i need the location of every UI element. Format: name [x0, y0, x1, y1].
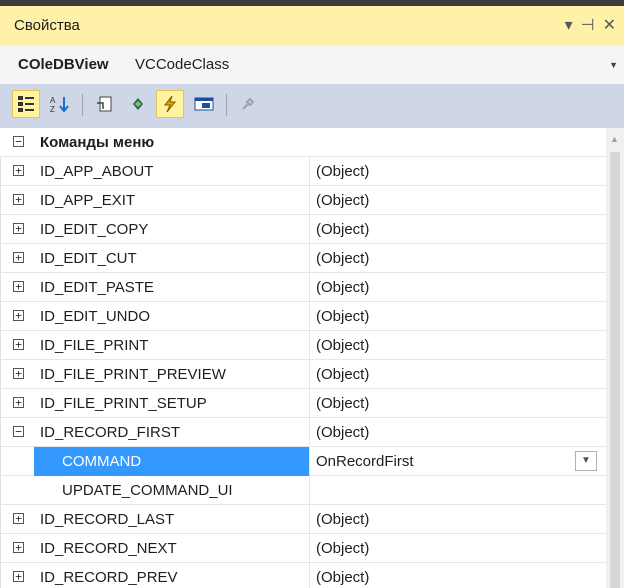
- property-name: ID_APP_ABOUT: [40, 163, 154, 180]
- property-row[interactable]: + ID_FILE_PRINT_SETUP (Object): [0, 389, 606, 418]
- property-row[interactable]: + ID_FILE_PRINT (Object): [0, 331, 606, 360]
- property-value[interactable]: OnRecordFirst: [316, 453, 414, 470]
- property-name: ID_EDIT_UNDO: [40, 308, 151, 325]
- property-value[interactable]: (Object): [316, 163, 369, 180]
- property-name: ID_FILE_PRINT_PREVIEW: [40, 366, 226, 383]
- property-value[interactable]: (Object): [316, 308, 369, 325]
- property-value[interactable]: (Object): [316, 395, 369, 412]
- property-row[interactable]: + ID_APP_ABOUT (Object): [0, 157, 606, 186]
- property-name: ID_RECORD_PREV: [40, 569, 178, 586]
- expand-icon[interactable]: +: [13, 310, 24, 321]
- property-value[interactable]: (Object): [316, 424, 369, 441]
- property-row[interactable]: + ID_RECORD_PREV (Object): [0, 563, 606, 588]
- scroll-up-icon[interactable]: ▲: [610, 134, 619, 144]
- expand-icon[interactable]: +: [13, 571, 24, 582]
- property-row[interactable]: + ID_RECORD_NEXT (Object): [0, 534, 606, 563]
- property-row[interactable]: + ID_RECORD_LAST (Object): [0, 505, 606, 534]
- property-name: UPDATE_COMMAND_UI: [62, 482, 233, 499]
- property-row-selected[interactable]: COMMAND OnRecordFirst ▼: [0, 447, 606, 476]
- expand-icon[interactable]: +: [13, 194, 24, 205]
- property-value[interactable]: (Object): [316, 221, 369, 238]
- expand-icon[interactable]: +: [13, 513, 24, 524]
- property-name: ID_FILE_PRINT: [40, 337, 149, 354]
- expand-icon[interactable]: +: [13, 223, 24, 234]
- vertical-scrollbar[interactable]: ▲: [606, 128, 624, 588]
- chevron-down-icon[interactable]: ▼: [575, 451, 597, 471]
- property-value[interactable]: (Object): [316, 279, 369, 296]
- property-value[interactable]: (Object): [316, 192, 369, 209]
- alphabetical-icon[interactable]: AZ: [46, 90, 74, 118]
- window-title: Свойства: [14, 17, 80, 34]
- property-value[interactable]: (Object): [316, 337, 369, 354]
- property-name: ID_APP_EXIT: [40, 192, 136, 209]
- property-value[interactable]: (Object): [316, 540, 369, 557]
- object-selector-dropdown-icon[interactable]: ▼: [609, 60, 618, 70]
- messages-icon[interactable]: [156, 90, 184, 118]
- collapse-icon[interactable]: −: [13, 136, 24, 147]
- expand-icon[interactable]: +: [13, 281, 24, 292]
- property-value[interactable]: (Object): [316, 366, 369, 383]
- property-name: ID_FILE_PRINT_SETUP: [40, 395, 207, 412]
- category-row[interactable]: − Команды меню: [0, 128, 606, 157]
- property-row[interactable]: + ID_EDIT_CUT (Object): [0, 244, 606, 273]
- properties-toolbar: AZ: [0, 84, 624, 129]
- object-selector[interactable]: COleDBView VCCodeClass ▼: [0, 46, 624, 85]
- object-type: VCCodeClass: [135, 56, 230, 73]
- property-row[interactable]: − ID_RECORD_FIRST (Object): [0, 418, 606, 447]
- property-row[interactable]: + ID_APP_EXIT (Object): [0, 186, 606, 215]
- scrollbar-thumb[interactable]: [610, 152, 620, 588]
- pin-icon[interactable]: ⊣: [581, 15, 595, 35]
- property-name: ID_EDIT_PASTE: [40, 279, 154, 296]
- categorized-icon[interactable]: [12, 90, 40, 118]
- window-menu-dropdown-icon[interactable]: ▾: [565, 15, 573, 35]
- property-row[interactable]: + ID_EDIT_PASTE (Object): [0, 273, 606, 302]
- expand-icon[interactable]: +: [13, 165, 24, 176]
- property-row[interactable]: + ID_EDIT_UNDO (Object): [0, 302, 606, 331]
- property-row[interactable]: + ID_FILE_PRINT_PREVIEW (Object): [0, 360, 606, 389]
- collapse-icon[interactable]: −: [13, 426, 24, 437]
- expand-icon[interactable]: +: [13, 368, 24, 379]
- property-value[interactable]: (Object): [316, 569, 369, 586]
- expand-icon[interactable]: +: [13, 542, 24, 553]
- property-row[interactable]: UPDATE_COMMAND_UI: [0, 476, 606, 505]
- close-icon[interactable]: ✕: [603, 15, 616, 35]
- property-name: ID_RECORD_LAST: [40, 511, 175, 528]
- property-grid: − Команды меню + ID_APP_ABOUT (Object) +…: [0, 128, 606, 588]
- property-pages-icon[interactable]: [234, 90, 262, 118]
- property-name: COMMAND: [62, 453, 142, 470]
- window-controls: ▾ ⊣ ✕: [565, 15, 616, 35]
- property-name: ID_RECORD_FIRST: [40, 424, 181, 441]
- property-name: ID_EDIT_CUT: [40, 250, 137, 267]
- property-name: ID_RECORD_NEXT: [40, 540, 177, 557]
- events-icon[interactable]: [124, 90, 152, 118]
- expand-icon[interactable]: +: [13, 252, 24, 263]
- overrides-icon[interactable]: [190, 90, 218, 118]
- expand-icon[interactable]: +: [13, 339, 24, 350]
- property-value[interactable]: (Object): [316, 250, 369, 267]
- properties-title-bar: Свойства ▾ ⊣ ✕: [0, 0, 624, 46]
- category-label: Команды меню: [40, 134, 155, 151]
- object-name: COleDBView: [18, 56, 109, 73]
- svg-text:Z: Z: [50, 105, 55, 113]
- property-name: ID_EDIT_COPY: [40, 221, 149, 238]
- svg-text:A: A: [50, 96, 56, 105]
- property-row[interactable]: + ID_EDIT_COPY (Object): [0, 215, 606, 244]
- properties-icon[interactable]: [90, 90, 118, 118]
- expand-icon[interactable]: +: [13, 397, 24, 408]
- property-value[interactable]: (Object): [316, 511, 369, 528]
